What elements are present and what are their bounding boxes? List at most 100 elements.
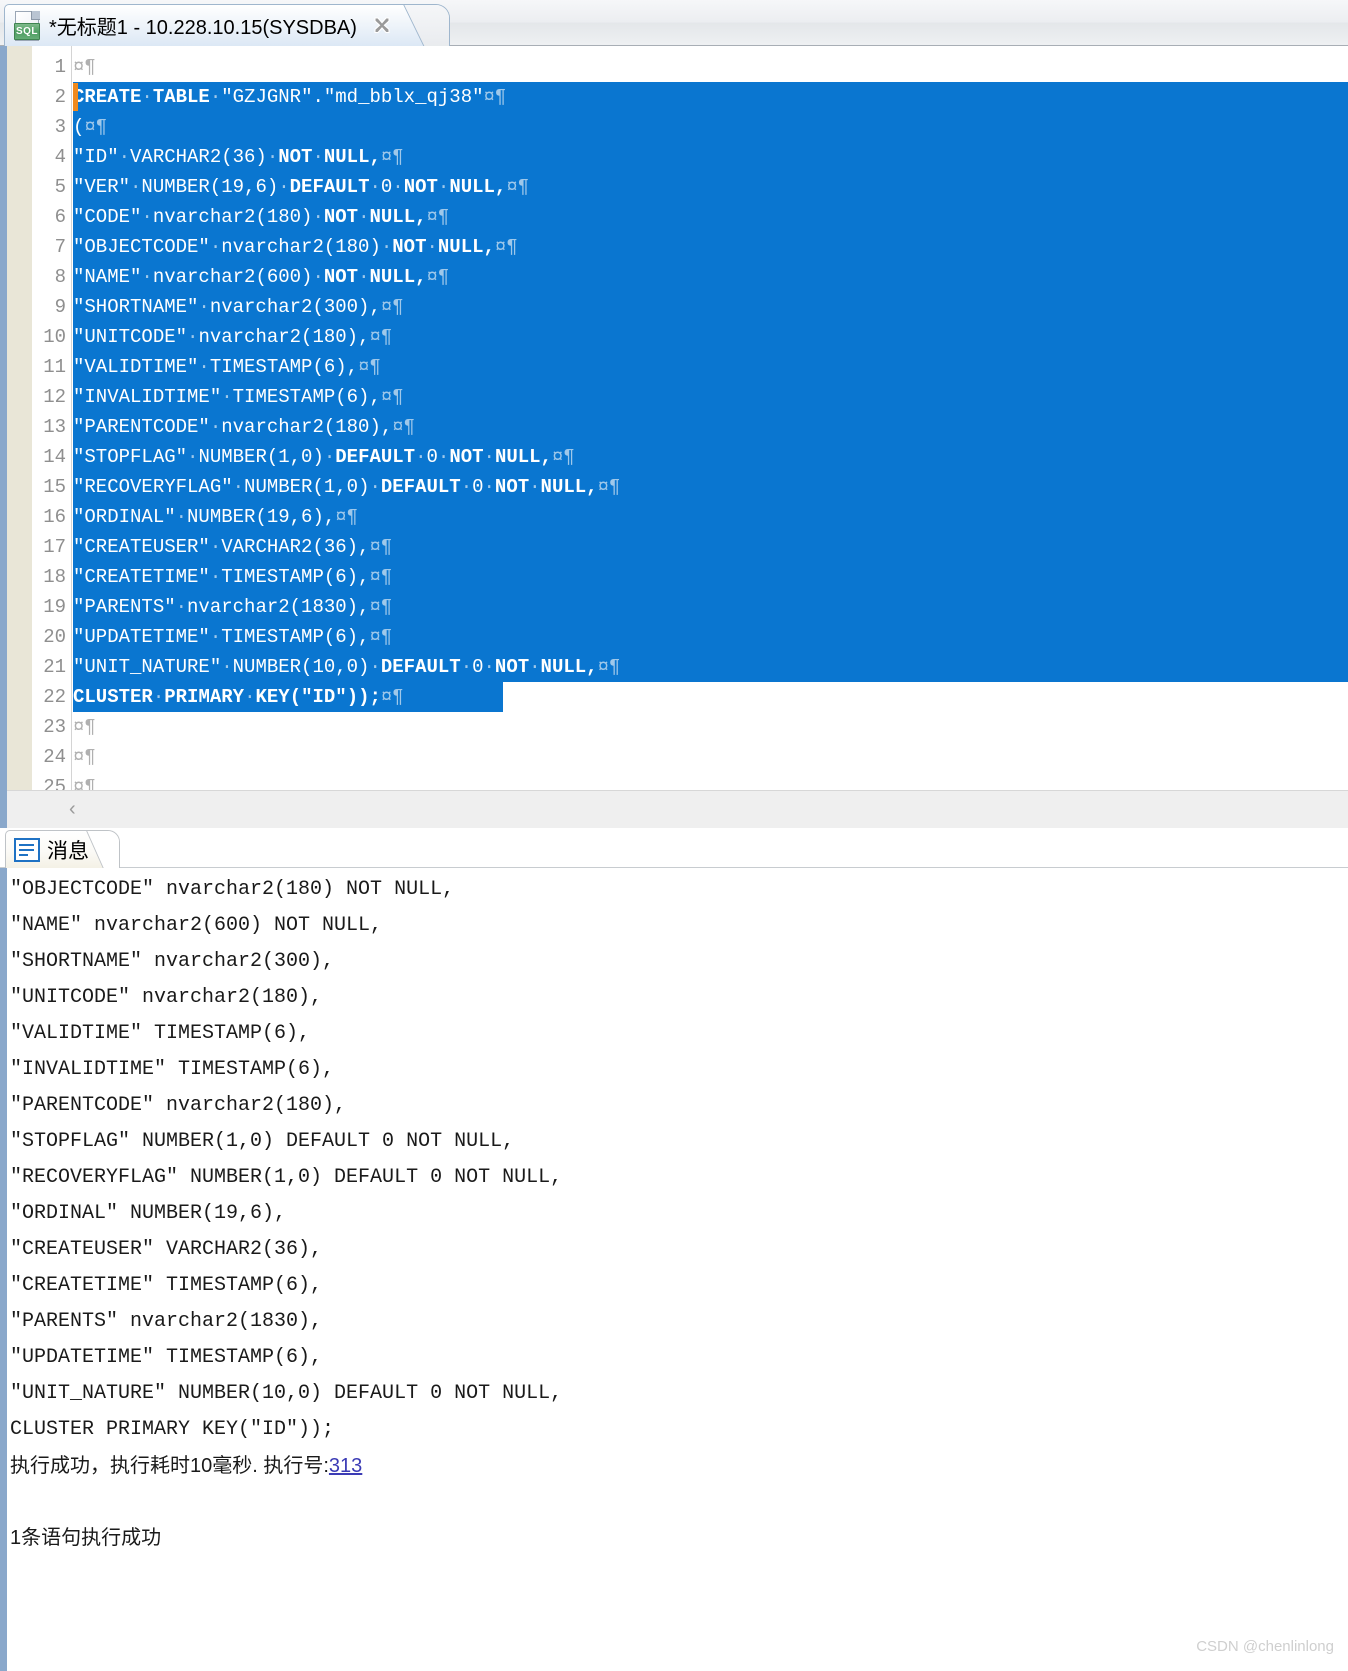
code-line-text: "STOPFLAG"·NUMBER(1,0)·DEFAULT·0·NOT·NUL… (73, 446, 575, 468)
code-line[interactable]: 10 "UNITCODE"·nvarchar2(180),¤¶ (32, 322, 1348, 352)
message-line: "PARENTS" nvarchar2(1830), (10, 1310, 323, 1333)
tab-title: *无标题1 - 10.228.10.15(SYSDBA) (49, 17, 357, 39)
code-line[interactable]: 6 "CODE"·nvarchar2(180)·NOT·NULL,¤¶ (32, 202, 1348, 232)
line-number: 19 (43, 596, 66, 618)
code-line[interactable]: 13 "PARENTCODE"·nvarchar2(180),¤¶ (32, 412, 1348, 442)
line-number: 5 (54, 176, 66, 198)
message-line: "NAME" nvarchar2(600) NOT NULL, (10, 914, 383, 937)
line-number: 22 (43, 686, 66, 708)
message-line: "RECOVERYFLAG" NUMBER(1,0) DEFAULT 0 NOT… (10, 1166, 563, 1189)
watermark: CSDN @chenlinlong (1196, 1638, 1334, 1655)
code-line-text: "SHORTNAME"·nvarchar2(300),¤¶ (73, 296, 404, 318)
code-line-text: "RECOVERYFLAG"·NUMBER(1,0)·DEFAULT·0·NOT… (73, 476, 621, 498)
eol-marker: ¤¶ (369, 626, 393, 648)
code-line[interactable]: 8 "NAME"·nvarchar2(600)·NOT·NULL,¤¶ (32, 262, 1348, 292)
code-line-text: "OBJECTCODE"·nvarchar2(180)·NOT·NULL,¤¶ (73, 236, 518, 258)
line-number: 7 (54, 236, 66, 258)
code-line[interactable]: 11 "VALIDTIME"·TIMESTAMP(6),¤¶ (32, 352, 1348, 382)
eol-marker: ¤¶ (358, 356, 381, 378)
messages-left-edge (0, 868, 7, 1671)
code-line[interactable]: 18 "CREATETIME"·TIMESTAMP(6),¤¶ (32, 562, 1348, 592)
eol-marker: ¤¶ (84, 116, 108, 138)
messages-tabstrip: 消息 (0, 828, 1348, 868)
code-line[interactable]: 4 "ID"·VARCHAR2(36)·NOT·NULL,¤¶ (32, 142, 1348, 172)
code-line[interactable]: 17 "CREATEUSER"·VARCHAR2(36),¤¶ (32, 532, 1348, 562)
line-number: 13 (43, 416, 66, 438)
execution-id-link[interactable]: 313 (329, 1455, 362, 1477)
line-number: 8 (54, 266, 66, 288)
line-number: 15 (43, 476, 66, 498)
eol-marker: ¤¶ (335, 506, 359, 528)
code-line[interactable]: 7 "OBJECTCODE"·nvarchar2(180)·NOT·NULL,¤¶ (32, 232, 1348, 262)
code-line-text: (¤¶ (73, 116, 108, 138)
tab-untitled1[interactable]: SQL *无标题1 - 10.228.10.15(SYSDBA) (4, 4, 450, 46)
code-line[interactable]: 1 ¤¶ (32, 52, 1348, 82)
code-text-area[interactable]: 1 ¤¶ 2 CREATE·TABLE·"GZJGNR"."md_bblx_qj38"… (32, 52, 1348, 828)
sql-client-window: SQL *无标题1 - 10.228.10.15(SYSDBA) 1 ¤¶ 2 CRE… (0, 0, 1348, 1671)
line-number: 2 (54, 86, 66, 108)
sql-file-icon: SQL (13, 10, 41, 42)
code-line-text: "ORDINAL"·NUMBER(19,6),¤¶ (73, 506, 359, 528)
code-line-text: "INVALIDTIME"·TIMESTAMP(6),¤¶ (73, 386, 404, 408)
code-line-text: "NAME"·nvarchar2(600)·NOT·NULL,¤¶ (73, 266, 450, 288)
eol-marker: ¤¶ (369, 566, 393, 588)
code-line[interactable]: 22 CLUSTER·PRIMARY·KEY("ID"));¤¶ (32, 682, 1348, 712)
editor-gutter[interactable] (7, 46, 32, 828)
close-icon[interactable] (371, 15, 393, 37)
editor-left-edge (0, 46, 7, 828)
line-number: 17 (43, 536, 66, 558)
line-number: 18 (43, 566, 66, 588)
editor-tabstrip: SQL *无标题1 - 10.228.10.15(SYSDBA) (0, 0, 1348, 46)
eol-marker: ¤¶ (483, 86, 507, 108)
message-line: "UPDATETIME" TIMESTAMP(6), (10, 1346, 323, 1369)
code-line[interactable]: 14 "STOPFLAG"·NUMBER(1,0)·DEFAULT·0·NOT·N… (32, 442, 1348, 472)
code-line[interactable]: 9 "SHORTNAME"·nvarchar2(300),¤¶ (32, 292, 1348, 322)
code-line-text: "CODE"·nvarchar2(180)·NOT·NULL,¤¶ (73, 206, 450, 228)
eol-marker: ¤¶ (426, 266, 450, 288)
code-line-text: "UNIT_NATURE"·NUMBER(10,0)·DEFAULT·0·NOT… (73, 656, 621, 678)
code-line-text: "CREATETIME"·TIMESTAMP(6),¤¶ (73, 566, 393, 588)
sql-editor[interactable]: 1 ¤¶ 2 CREATE·TABLE·"GZJGNR"."md_bblx_qj38"… (0, 46, 1348, 828)
messages-body[interactable]: "OBJECTCODE" nvarchar2(180) NOT NULL, "NA… (0, 868, 1348, 1671)
line-number: 10 (43, 326, 66, 348)
line-number: 20 (43, 626, 66, 648)
tab-messages[interactable]: 消息 (5, 830, 120, 868)
line-number: 12 (43, 386, 66, 408)
line-number: 6 (54, 206, 66, 228)
eol-marker: ¤¶ (73, 746, 96, 768)
sql-badge-label: SQL (14, 22, 40, 40)
code-line-text: "CREATEUSER"·VARCHAR2(36),¤¶ (73, 536, 393, 558)
code-line-text: "UNITCODE"·nvarchar2(180),¤¶ (73, 326, 393, 348)
code-line-text: "UPDATETIME"·TIMESTAMP(6),¤¶ (73, 626, 393, 648)
line-number: 4 (54, 146, 66, 168)
message-line: "SHORTNAME" nvarchar2(300), (10, 950, 335, 973)
code-line[interactable]: 16 "ORDINAL"·NUMBER(19,6),¤¶ (32, 502, 1348, 532)
code-line[interactable]: 21 "UNIT_NATURE"·NUMBER(10,0)·DEFAULT·0·N… (32, 652, 1348, 682)
message-line: "INVALIDTIME" TIMESTAMP(6), (10, 1058, 335, 1081)
code-line[interactable]: 3 (¤¶ (32, 112, 1348, 142)
line-number: 16 (43, 506, 66, 528)
scroll-left-chevron-icon[interactable]: ‹ (69, 799, 76, 819)
editor-horizontal-scrollbar[interactable]: ‹ (7, 790, 1348, 828)
code-line[interactable]: 19 "PARENTS"·nvarchar2(1830),¤¶ (32, 592, 1348, 622)
code-line-text: "VALIDTIME"·TIMESTAMP(6),¤¶ (73, 356, 381, 378)
messages-tab-label: 消息 (47, 839, 89, 863)
code-line[interactable]: 20 "UPDATETIME"·TIMESTAMP(6),¤¶ (32, 622, 1348, 652)
code-line[interactable]: 5 "VER"·NUMBER(19,6)·DEFAULT·0·NOT·NULL,¤… (32, 172, 1348, 202)
code-line[interactable]: 15 "RECOVERYFLAG"·NUMBER(1,0)·DEFAULT·0·N… (32, 472, 1348, 502)
eol-marker: ¤¶ (369, 326, 393, 348)
code-line-text: "PARENTCODE"·nvarchar2(180),¤¶ (73, 416, 416, 438)
line-number: 1 (54, 56, 66, 78)
code-line[interactable]: 24 ¤¶ (32, 742, 1348, 772)
line-number: 3 (54, 116, 66, 138)
line-number: 11 (43, 356, 66, 378)
code-line[interactable]: 12 "INVALIDTIME"·TIMESTAMP(6),¤¶ (32, 382, 1348, 412)
message-line: "UNITCODE" nvarchar2(180), (10, 986, 323, 1009)
code-line[interactable]: 2 CREATE·TABLE·"GZJGNR"."md_bblx_qj38"¤¶ (32, 82, 1348, 112)
code-line-text: CLUSTER·PRIMARY·KEY("ID"));¤¶ (73, 686, 404, 708)
messages-panel: 消息 "OBJECTCODE" nvarchar2(180) NOT NULL,… (0, 828, 1348, 1671)
code-line[interactable]: 23 ¤¶ (32, 712, 1348, 742)
message-line: "PARENTCODE" nvarchar2(180), (10, 1094, 347, 1117)
message-line: "OBJECTCODE" nvarchar2(180) NOT NULL, (10, 878, 455, 901)
message-line: "CREATEUSER" VARCHAR2(36), (10, 1238, 323, 1261)
